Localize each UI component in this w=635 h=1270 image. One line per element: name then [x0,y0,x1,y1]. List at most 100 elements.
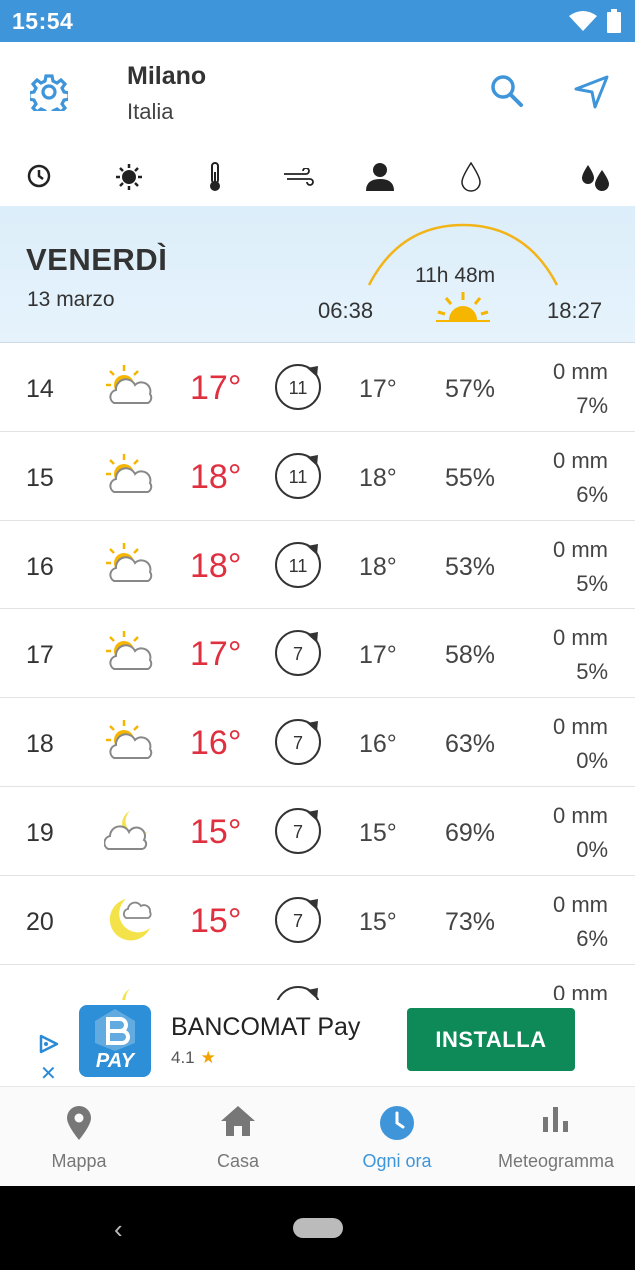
bar-chart-icon [543,1107,568,1132]
nav-hourly[interactable]: Ogni ora [318,1087,476,1187]
table-row[interactable]: 20 15° 7 15° 73% 0 mm 6% [0,876,635,965]
row-feels-like: 18° [359,463,397,492]
nav-meteogram[interactable]: Meteogramma [477,1087,635,1187]
table-row[interactable]: 18 16° 7 16° 63% 0 mm 0% [0,698,635,787]
row-rain-amount: 0 mm [553,536,608,562]
table-row[interactable]: 16 18° 11 18° 53% 0 mm 5% [0,521,635,610]
nav-home-label: Casa [216,1151,260,1171]
day-summary: VENERDÌ 13 marzo 11h 48m 06:38 18:27 [0,206,635,343]
nav-map-label: Mappa [51,1151,107,1171]
wind-icon [284,168,314,186]
day-date: 13 marzo [27,288,115,311]
home-pill-icon[interactable] [293,1218,343,1238]
top-bar: Milano Italia [0,42,635,142]
adchoices-icon[interactable] [38,1034,60,1054]
clock-icon [27,164,51,188]
search-icon[interactable] [490,74,524,108]
row-hour: 17 [26,641,54,670]
location-arrow-icon[interactable] [574,75,610,109]
system-navigation: ‹ [0,1186,635,1270]
table-row[interactable]: 19 15° 7 15° 69% 0 mm 0% [0,787,635,876]
row-feels-like: 15° [359,907,397,936]
row-hour: 18 [26,730,54,759]
nav-home[interactable]: Casa [159,1087,317,1187]
row-humidity: 58% [445,641,496,670]
clock-icon [380,1106,414,1140]
moon-cloud-icon [109,898,152,941]
city-name[interactable]: Milano [127,62,206,91]
sun-cloud-icon [106,542,153,582]
row-rain-chance: 6% [576,925,608,951]
wind-direction-icon: 11 [275,364,321,410]
person-icon [366,163,394,191]
close-icon[interactable]: ✕ [40,1061,57,1086]
thermometer-icon [210,162,220,191]
nav-meteogram-label: Meteogramma [497,1151,615,1171]
row-hour: 14 [26,375,54,403]
hourly-list[interactable]: 14 17° 11 17° 57% 0 mm 7% 15 18° 11 18° [0,343,635,1086]
row-temperature: 18° [190,457,242,496]
install-button[interactable]: INSTALLA [407,1008,575,1071]
row-humidity: 57% [445,375,496,403]
row-humidity: 53% [445,552,496,581]
row-rain-amount: 0 mm [553,359,608,384]
row-humidity: 55% [445,463,496,492]
row-feels-like: 15° [359,818,397,847]
ad-banner[interactable]: ✕ PAY BANCOMAT Pay 4.1 ★ INSTALLA [0,1000,635,1086]
row-rain-amount: 0 mm [553,714,608,740]
row-rain-chance: 0% [576,836,608,862]
row-rain-chance: 7% [576,393,608,418]
row-feels-like: 16° [359,730,397,759]
wind-direction-icon: 11 [275,452,321,499]
row-hour: 15 [26,463,54,492]
row-rain-amount: 0 mm [553,802,608,828]
table-row[interactable]: 17 17° 7 17° 58% 0 mm 5% [0,609,635,699]
row-rain-chance: 5% [576,659,608,685]
row-temperature: 15° [190,901,242,940]
row-rain-chance: 5% [576,570,608,596]
star-icon: ★ [200,1048,216,1067]
wifi-icon [569,11,597,31]
status-bar: 15:54 [0,0,635,42]
sunset-time: 18:27 [547,298,603,323]
gear-icon[interactable] [30,73,68,111]
home-icon [221,1106,255,1136]
sun-cloud-icon [106,720,153,760]
row-hour: 19 [26,818,54,847]
row-humidity: 63% [445,730,496,759]
row-hour: 20 [26,907,54,936]
app-logo-text: PAY [95,1050,135,1072]
row-rain-chance: 0% [576,748,608,774]
wind-speed: 11 [289,556,308,576]
row-humidity: 73% [445,907,496,936]
row-rain-amount: 0 mm [553,447,608,473]
wind-direction-icon: 7 [275,896,321,943]
day-name: VENERDÌ [26,242,168,277]
app-logo[interactable]: PAY [79,1005,151,1077]
map-pin-icon [67,1106,91,1140]
rating-value: 4.1 [171,1048,195,1067]
daylight-duration: 11h 48m [415,264,496,287]
row-humidity: 69% [445,818,496,847]
bottom-navigation: Mappa Casa Ogni ora Meteogramma [0,1086,635,1186]
wind-speed: 11 [289,467,308,487]
wind-speed: 7 [293,644,303,664]
rain-drops-icon [582,165,609,191]
app-name[interactable]: BANCOMAT Pay [171,1013,360,1042]
nav-map[interactable]: Mappa [0,1087,158,1187]
back-icon[interactable]: ‹ [114,1214,123,1245]
row-temperature: 18° [190,546,242,585]
wind-direction-icon: 7 [275,807,321,854]
moon-cloud-icon [104,810,148,850]
sunrise-time: 06:38 [318,298,374,323]
sun-cloud-icon [106,631,153,671]
bancomat-logo-icon [95,1009,135,1051]
status-icons [569,9,621,33]
wind-direction-icon: 11 [275,541,321,588]
table-row[interactable]: 15 18° 11 18° 55% 0 mm 6% [0,432,635,521]
table-row[interactable]: 14 17° 11 17° 57% 0 mm 7% [0,343,635,432]
country-name[interactable]: Italia [127,99,173,125]
status-time: 15:54 [12,8,74,34]
sun-cloud-icon [106,453,153,493]
row-rain-amount: 0 mm [553,625,608,651]
